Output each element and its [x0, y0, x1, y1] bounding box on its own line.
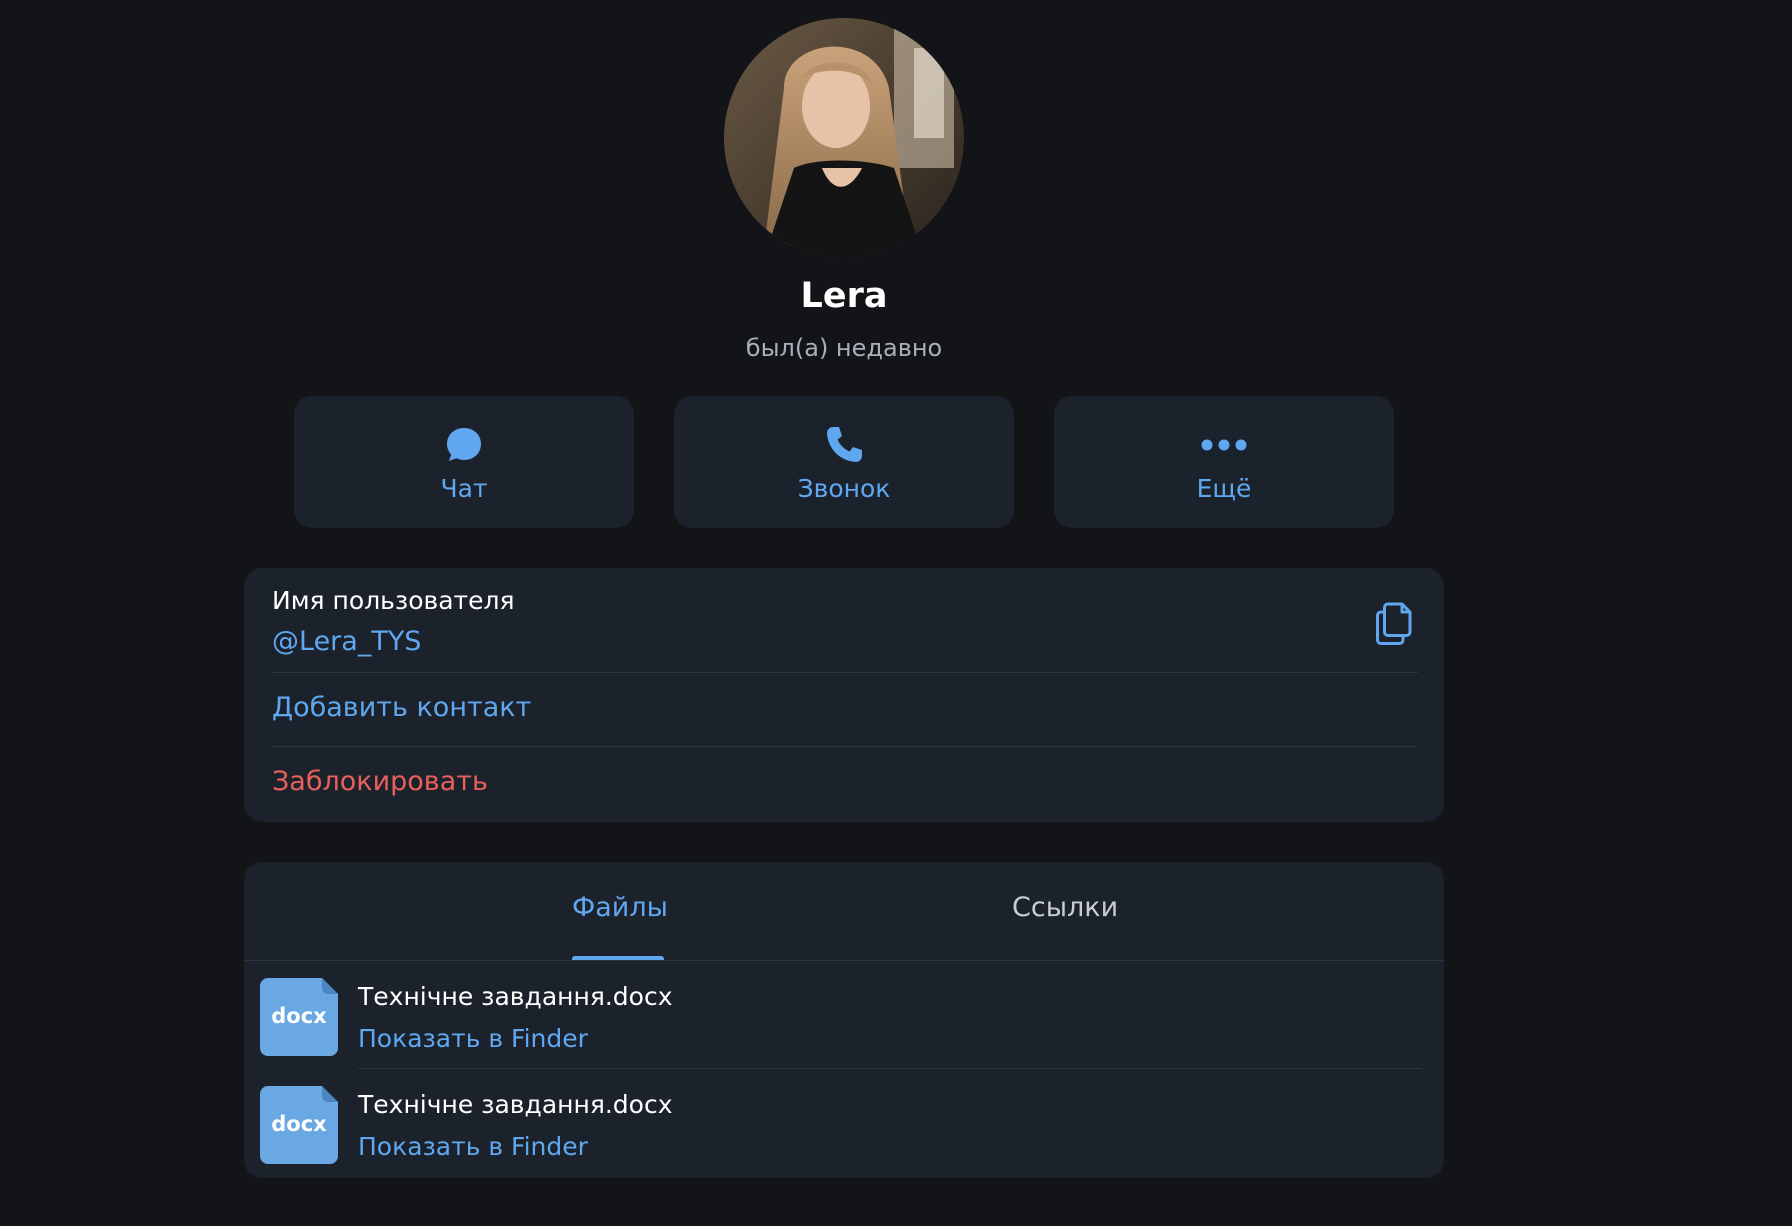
file-name: Технічне завдання.docx [358, 1090, 673, 1119]
chat-bubble-icon [294, 422, 634, 468]
tab-files[interactable]: Файлы [572, 892, 668, 923]
docx-file-icon[interactable]: docx [260, 978, 338, 1056]
avatar-photo [724, 18, 964, 258]
chat-button[interactable]: Чат [294, 396, 634, 528]
file-list-item[interactable]: docx Технічне завдання.docx Показать в F… [244, 962, 1444, 1070]
file-divider [358, 1068, 1422, 1069]
add-contact-button[interactable]: Добавить контакт [272, 692, 531, 723]
docx-file-icon[interactable]: docx [260, 1086, 338, 1164]
file-name: Технічне завдання.docx [358, 982, 673, 1011]
block-button[interactable]: Заблокировать [272, 766, 488, 797]
username-label: Имя пользователя [272, 586, 515, 615]
file-list-item[interactable]: docx Технічне завдання.docx Показать в F… [244, 1070, 1444, 1178]
info-divider [272, 746, 1418, 747]
call-button-label: Звонок [797, 474, 891, 503]
call-button[interactable]: Звонок [674, 396, 1014, 528]
info-card: Имя пользователя @Lera_TYS Добавить конт… [244, 568, 1444, 822]
username-value[interactable]: @Lera_TYS [272, 626, 421, 657]
profile-status: был(а) недавно [745, 334, 943, 362]
shared-media-card: Файлы Ссылки docx Технічне завдання.docx… [244, 862, 1444, 1178]
more-button-label: Ещё [1196, 474, 1252, 503]
show-in-finder-link[interactable]: Показать в Finder [358, 1132, 588, 1161]
profile-page: Lera был(а) недавно Чат Звонок Ещё Имя п… [0, 0, 1792, 1226]
copy-icon[interactable] [1372, 598, 1416, 646]
chat-button-label: Чат [440, 474, 488, 503]
file-extension: docx [271, 1004, 327, 1028]
avatar[interactable] [724, 18, 964, 258]
tab-links[interactable]: Ссылки [1012, 892, 1118, 923]
file-extension: docx [271, 1112, 327, 1136]
more-button[interactable]: Ещё [1054, 396, 1394, 528]
profile-name: Lera [800, 276, 888, 316]
show-in-finder-link[interactable]: Показать в Finder [358, 1024, 588, 1053]
info-divider [272, 672, 1418, 673]
more-dots-icon [1054, 422, 1394, 468]
phone-icon [674, 422, 1014, 468]
tabs-divider [244, 960, 1444, 961]
